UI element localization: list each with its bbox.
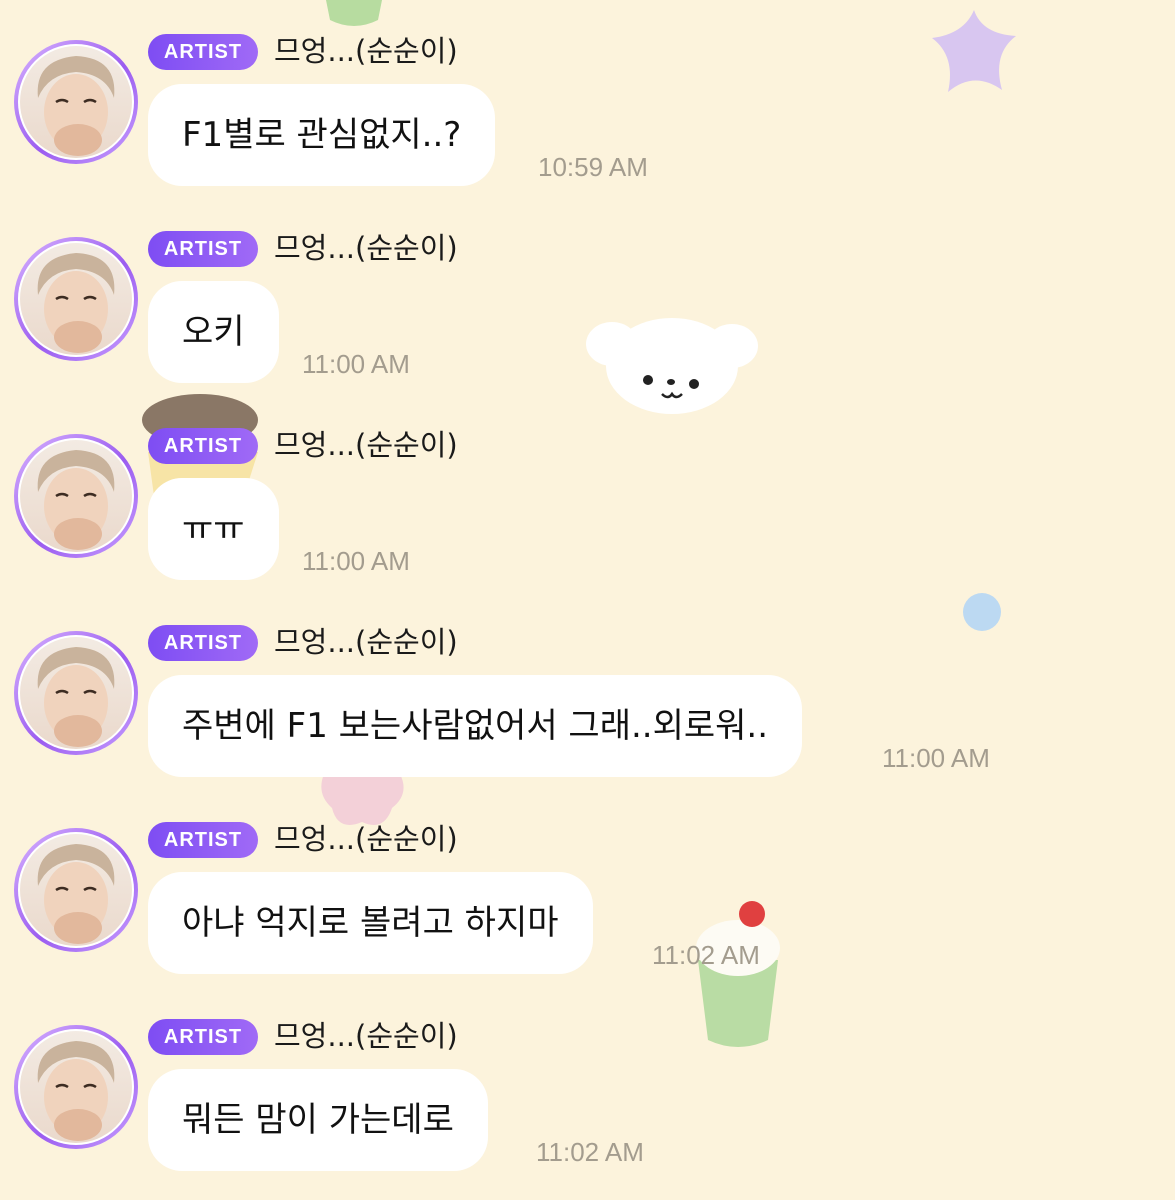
artist-badge: ARTIST xyxy=(148,231,258,267)
green-cup-sticker xyxy=(318,0,390,30)
sender-name: 므엉...(순순이) xyxy=(274,34,458,68)
chat-message: ARTIST 므엉...(순순이) F1별로 관심없지..? 10:59 AM xyxy=(0,34,1175,214)
message-timestamp: 10:59 AM xyxy=(538,152,648,182)
chat-message: ARTIST 므엉...(순순이) ㅠㅠ 11:00 AM xyxy=(0,428,1175,608)
message-bubble[interactable]: F1별로 관심없지..? xyxy=(148,84,496,186)
artist-avatar[interactable] xyxy=(14,828,138,952)
artist-avatar[interactable] xyxy=(14,434,138,558)
artist-avatar[interactable] xyxy=(14,40,138,164)
message-bubble[interactable]: 아냐 억지로 볼려고 하지마 xyxy=(148,872,593,974)
chat-message: ARTIST 므엉...(순순이) 주변에 F1 보는사람없어서 그래..외로워… xyxy=(0,625,1175,805)
message-bubble[interactable]: ㅠㅠ xyxy=(148,478,279,580)
sender-name: 므엉...(순순이) xyxy=(274,1019,458,1053)
artist-badge: ARTIST xyxy=(148,34,258,70)
artist-avatar[interactable] xyxy=(14,631,138,755)
artist-badge: ARTIST xyxy=(148,428,258,464)
chat-message: ARTIST 므엉...(순순이) 뭐든 맘이 가는데로 11:02 AM xyxy=(0,1019,1175,1199)
chat-message: ARTIST 므엉...(순순이) 아냐 억지로 볼려고 하지마 11:02 A… xyxy=(0,822,1175,1002)
message-bubble[interactable]: 주변에 F1 보는사람없어서 그래..외로워.. xyxy=(148,675,803,777)
chat-message: ARTIST 므엉...(순순이) 오키 11:00 AM xyxy=(0,231,1175,411)
message-timestamp: 11:00 AM xyxy=(302,546,410,576)
artist-badge: ARTIST xyxy=(148,822,258,858)
artist-avatar[interactable] xyxy=(14,237,138,361)
message-timestamp: 11:02 AM xyxy=(652,940,760,970)
sender-name: 므엉...(순순이) xyxy=(274,822,458,856)
message-timestamp: 11:02 AM xyxy=(536,1137,644,1167)
message-timestamp: 11:00 AM xyxy=(882,743,990,773)
sender-name: 므엉...(순순이) xyxy=(274,625,458,659)
artist-badge: ARTIST xyxy=(148,1019,258,1055)
message-bubble[interactable]: 뭐든 맘이 가는데로 xyxy=(148,1069,488,1171)
message-bubble[interactable]: 오키 xyxy=(148,281,279,383)
artist-badge: ARTIST xyxy=(148,625,258,661)
sender-name: 므엉...(순순이) xyxy=(274,428,458,462)
message-timestamp: 11:00 AM xyxy=(302,349,410,379)
artist-avatar[interactable] xyxy=(14,1025,138,1149)
sender-name: 므엉...(순순이) xyxy=(274,231,458,265)
